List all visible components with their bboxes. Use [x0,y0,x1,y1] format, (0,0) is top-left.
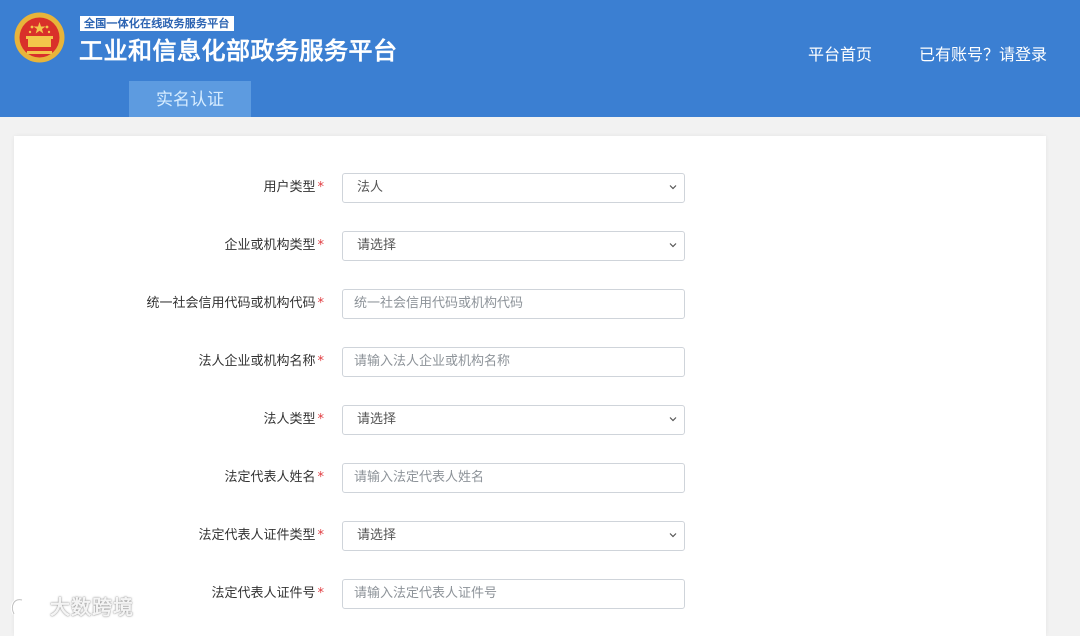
watermark: 大数跨境 [8,592,148,622]
input-placeholder: 统一社会信用代码或机构代码 [354,296,524,311]
input-placeholder: 请输入法定代表人证件号 [354,586,498,601]
field-label: 法人类型 * [263,412,325,427]
select-value: 请选择 [357,528,397,543]
required-mark: * [317,354,325,369]
nav-login-link[interactable]: 已有账号？请登录 [919,44,1047,66]
chevron-down-icon [669,533,677,538]
required-mark: * [317,412,325,427]
nav-home-link[interactable]: 平台首页 [808,44,872,66]
user-type-select[interactable]: 法人 [342,173,685,203]
field-label: 用户类型 * [263,180,325,195]
credit-code-input[interactable]: 统一社会信用代码或机构代码 [342,289,685,319]
legal-type-select[interactable]: 请选择 [342,405,685,435]
select-value: 请选择 [357,412,397,427]
form-row-org-type: 企业或机构类型 * 请选择 [14,231,1046,261]
chevron-down-icon [669,243,677,248]
form-row-rep-id-number: 法定代表人证件号 * 请输入法定代表人证件号 [14,579,1046,609]
field-label: 统一社会信用代码或机构代码 * [146,296,325,311]
form-row-rep-name: 法定代表人姓名 * 请输入法定代表人姓名 [14,463,1046,493]
org-type-select[interactable]: 请选择 [342,231,685,261]
platform-subtitle-badge: 全国一体化在线政务服务平台 [80,16,234,31]
site-title: 工业和信息化部政务服务平台 [79,37,398,65]
watermark-text: 大数跨境 [50,595,134,619]
select-value: 法人 [357,180,384,195]
required-mark: * [317,528,325,543]
org-name-input[interactable]: 请输入法人企业或机构名称 [342,347,685,377]
required-mark: * [317,470,325,485]
input-placeholder: 请输入法定代表人姓名 [354,470,485,485]
tab-real-name-auth[interactable]: 实名认证 [129,81,251,117]
chevron-down-icon [669,417,677,422]
field-label: 法定代表人证件类型 * [198,528,325,543]
field-label: 企业或机构类型 * [224,238,325,253]
form-card: 用户类型 * 法人 企业或机构类型 * 请选择 统一社会信用代码或机构代码 * 统一社… [14,136,1046,636]
rep-id-type-select[interactable]: 请选择 [342,521,685,551]
field-label: 法定代表人证件号 * [211,586,325,601]
rep-name-input[interactable]: 请输入法定代表人姓名 [342,463,685,493]
national-emblem-icon [14,12,65,63]
required-mark: * [317,180,325,195]
form-row-legal-type: 法人类型 * 请选择 [14,405,1046,435]
input-placeholder: 请输入法人企业或机构名称 [354,354,511,369]
site-header: 全国一体化在线政务服务平台 工业和信息化部政务服务平台 平台首页 已有账号？请登… [0,0,1080,117]
required-mark: * [317,296,325,311]
chevron-down-icon [669,185,677,190]
form-row-org-name: 法人企业或机构名称 * 请输入法人企业或机构名称 [14,347,1046,377]
select-value: 请选择 [357,238,397,253]
form-row-user-type: 用户类型 * 法人 [14,173,1046,203]
form-row-rep-id-type: 法定代表人证件类型 * 请选择 [14,521,1046,551]
rep-id-number-input[interactable]: 请输入法定代表人证件号 [342,579,685,609]
field-label: 法定代表人姓名 * [224,470,325,485]
required-mark: * [317,586,325,601]
required-mark: * [317,238,325,253]
field-label: 法人企业或机构名称 * [198,354,325,369]
form-row-credit-code: 统一社会信用代码或机构代码 * 统一社会信用代码或机构代码 [14,289,1046,319]
watermark-logo-icon [10,595,48,615]
